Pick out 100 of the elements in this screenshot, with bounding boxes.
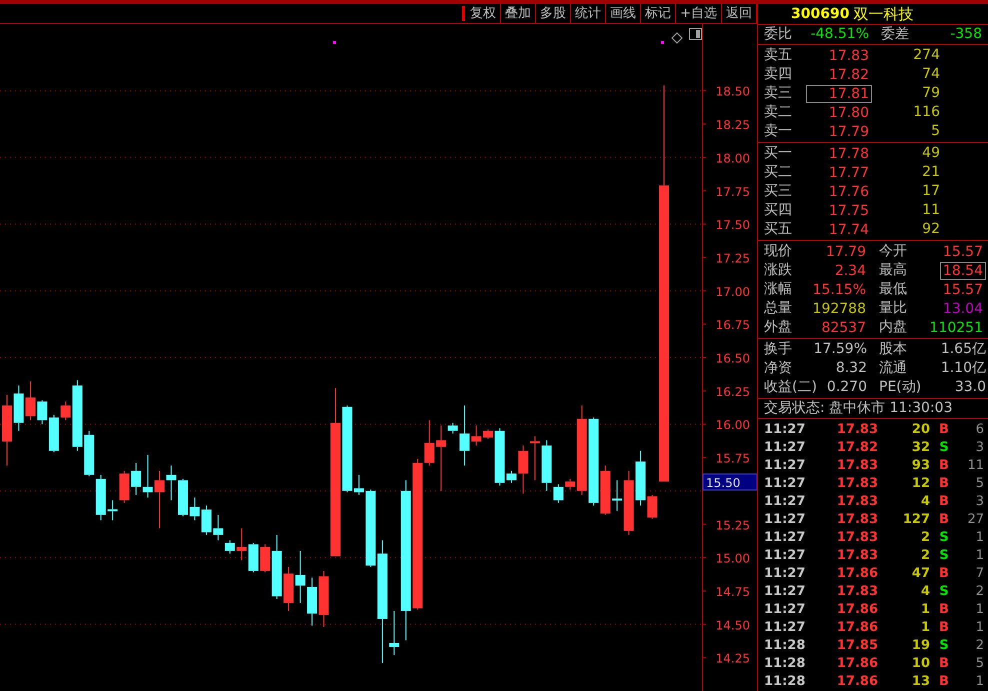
trade-time: 11:27 (764, 511, 806, 529)
trade-count: 1 (974, 529, 984, 547)
fundamental-label: 股本 (879, 340, 907, 359)
volume-cell-text: 49 (921, 144, 940, 163)
quote-label: 涨幅 (764, 280, 792, 299)
candlestick (284, 566, 294, 612)
trade-count: 27 (966, 511, 984, 529)
volume-cell-text: 79 (921, 84, 940, 103)
axis-label: 16.50 (716, 352, 750, 366)
trade-time: 11:28 (764, 637, 806, 655)
axis-label: 17.25 (716, 251, 750, 266)
trade-side: S (938, 439, 950, 457)
fundamental-value: 1.65亿 (940, 340, 986, 359)
quote-value: 15.15% (812, 280, 867, 298)
toolbar-button[interactable]: +自选 (676, 4, 722, 24)
toolbar-button[interactable]: 标记 (641, 4, 676, 24)
volume-cell-text: 21 (921, 163, 940, 182)
price-marker: 15.50 (702, 474, 757, 490)
fundamental-label: 净资 (764, 359, 792, 378)
trade-time: 11:27 (764, 439, 806, 457)
candlestick (201, 505, 212, 536)
trade-count: 2 (974, 583, 984, 601)
quote-label: 最低 (879, 280, 907, 299)
axis-label: 18.25 (716, 118, 750, 132)
fundamental-value: 17.59% (814, 340, 867, 359)
trade-side: S (938, 547, 950, 565)
trade-time: 11:28 (764, 655, 806, 673)
trade-volume: 4 (920, 583, 930, 601)
trade-price: 17.83 (836, 493, 878, 511)
trade-count: 1 (974, 547, 984, 565)
quote-value: 15.57 (942, 242, 984, 260)
candlestick (295, 550, 306, 604)
trade-volume: 4 (920, 493, 930, 511)
toolbar-button[interactable]: 画线 (606, 4, 642, 24)
price-cell-text: 17.74 (828, 220, 870, 238)
fundamental-label: 换手 (764, 340, 792, 359)
candlestick (131, 462, 142, 496)
trade-price: 17.86 (836, 655, 878, 673)
trade-count: 1 (974, 673, 984, 691)
trade-side: B (938, 493, 950, 511)
toolbar-button[interactable]: 叠加 (501, 4, 536, 24)
price-cell: 17.81 (806, 84, 872, 102)
trade-time: 11:27 (764, 475, 806, 493)
trade-time: 11:28 (764, 673, 806, 691)
trade-side: S (938, 637, 950, 655)
volume-cell-text: 17 (921, 182, 940, 201)
trading-status: 交易状态: 盘中休市 11:30:03 (764, 399, 952, 418)
trade-price: 17.83 (836, 457, 878, 475)
candlestick (142, 454, 153, 498)
price-cell-text: 17.79 (828, 122, 870, 140)
trade-side: B (938, 421, 950, 439)
fundamental-value: 8.32 (836, 359, 867, 378)
trade-time: 11:27 (764, 421, 806, 439)
level-label: 买四 (764, 201, 793, 220)
volume-cell-text: 74 (921, 65, 940, 84)
axis-label: 17.50 (716, 218, 750, 232)
trade-price: 17.83 (836, 511, 878, 529)
trade-volume: 10 (910, 655, 930, 673)
trade-count: 2 (974, 637, 984, 655)
trade-price: 17.83 (836, 475, 878, 493)
diamond-icon[interactable] (671, 32, 683, 44)
toolbar-button[interactable]: 返回 (722, 4, 757, 24)
stock-code: 300690 (791, 4, 850, 24)
axis-label: 17.75 (716, 184, 750, 199)
toolbar-button[interactable]: 多股 (536, 4, 572, 24)
quote-value: 110251 (928, 318, 984, 336)
trade-count: 1 (974, 601, 984, 619)
trade-volume: 2 (920, 547, 930, 565)
trade-side: B (938, 673, 950, 691)
candlestick (318, 570, 329, 628)
panel-icon[interactable] (689, 28, 702, 40)
trade-price: 17.86 (836, 619, 878, 637)
quote-value: 15.57 (942, 280, 984, 298)
candlestick (14, 385, 24, 432)
candlestick (307, 577, 318, 626)
axis-label: 16.00 (716, 418, 750, 432)
trade-side: S (938, 529, 950, 547)
quote-value: 13.04 (942, 300, 984, 318)
level-label: 卖五 (764, 46, 793, 65)
axis-label: 16.75 (716, 318, 750, 332)
trade-count: 3 (974, 493, 984, 511)
toolbar-button[interactable]: 复权 (466, 4, 502, 24)
trade-volume: 32 (910, 439, 930, 457)
toolbar-button[interactable]: 统计 (571, 4, 606, 24)
level-label: 卖四 (764, 65, 793, 84)
fundamental-value: 1.10亿 (940, 359, 986, 378)
trade-price: 17.83 (836, 547, 878, 565)
level-label: 买五 (764, 220, 793, 239)
trade-volume: 19 (910, 637, 930, 655)
difference-value: -358 (949, 25, 982, 44)
price-cell-text: 17.75 (828, 202, 870, 220)
ratio-label: 委比 (764, 25, 793, 44)
level-label: 买三 (764, 182, 793, 201)
trade-volume: 127 (902, 511, 930, 529)
price-cell-text: 17.82 (828, 66, 870, 84)
quote-label: 量比 (879, 299, 907, 318)
trade-volume: 1 (920, 601, 930, 619)
trade-count: 7 (974, 565, 984, 583)
trade-side: S (938, 583, 950, 601)
axis-label: 15.25 (716, 518, 750, 532)
